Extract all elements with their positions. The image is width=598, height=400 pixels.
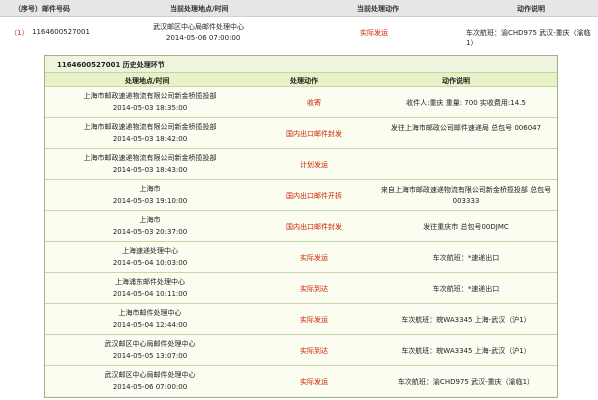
table-row: 上海市邮件处理中心 2014-05-04 12:44:00 实际发运 车次航班：…	[45, 304, 557, 335]
row-location: 上海市邮政速递物流有限公司新金桥揽投部	[83, 123, 217, 131]
row-action: 实际发运	[300, 254, 328, 262]
row-description: 车次航班：*速递出口	[432, 285, 500, 293]
row-action: 实际发运	[300, 378, 328, 386]
row-location: 上海速递处理中心	[122, 247, 178, 255]
row-time: 2014-05-03 18:35:00	[112, 104, 188, 112]
row-location: 上海浦东邮件处理中心	[115, 278, 185, 286]
summary-mail-no[interactable]: 1164600527001	[32, 28, 90, 36]
table-row: 上海速递处理中心 2014-05-04 10:03:00 实际发运 车次航班：*…	[45, 242, 557, 273]
row-time: 2014-05-05 13:07:00	[112, 352, 188, 360]
header-col-desc: 动作说明	[517, 5, 545, 13]
row-action: 实际到达	[300, 285, 328, 293]
history-title: 1164600527001 历史处理环节	[57, 61, 165, 69]
table-row: 上海市邮政速递物流有限公司新金桥揽投部 2014-05-03 18:35:00 …	[45, 87, 557, 118]
summary-location: 武汉邮区中心局邮件处理中心	[153, 23, 244, 31]
row-action: 国内出口邮件封发	[286, 223, 342, 231]
history-panel: 1164600527001 历史处理环节 处理地点/时间 处理动作 动作说明 上…	[44, 55, 558, 398]
row-time: 2014-05-03 20:37:00	[112, 228, 188, 236]
row-description: 发往重庆市 总包号00DJMC	[423, 223, 509, 231]
table-row: 上海浦东邮件处理中心 2014-05-04 10:11:00 实际到达 车次航班…	[45, 273, 557, 304]
table-row: 武汉邮区中心局邮件处理中心 2014-05-05 13:07:00 实际到达 车…	[45, 335, 557, 366]
summary-description: 车次航班：渝CHD975 武汉-重庆（渝临1）	[466, 29, 591, 47]
header-col-act: 当前处理动作	[357, 5, 399, 13]
row-action: 国内出口邮件封发	[286, 130, 342, 138]
row-action: 实际到达	[300, 347, 328, 355]
row-location: 武汉邮区中心局邮件处理中心	[104, 340, 196, 348]
summary-action: 实际发运	[360, 29, 388, 37]
table-row: 上海市 2014-05-03 20:37:00 国内出口邮件封发 发往重庆市 总…	[45, 211, 557, 242]
row-time: 2014-05-03 18:43:00	[112, 166, 188, 174]
table-row: 上海市邮政速递物流有限公司新金桥揽投部 2014-05-03 18:42:00 …	[45, 118, 557, 149]
row-action: 收寄	[307, 99, 321, 107]
summary-row: （1） 1164600527001 武汉邮区中心局邮件处理中心 2014-05-…	[0, 17, 598, 47]
row-time: 2014-05-06 07:00:00	[112, 383, 188, 391]
row-time: 2014-05-03 19:10:00	[112, 197, 188, 205]
header-col-id-label: （序号）邮件号码	[14, 5, 70, 13]
row-description: 车次航班：渝CHD975 武汉-重庆（渝临1）	[397, 378, 535, 386]
history-table-header: 处理地点/时间 处理动作 动作说明	[45, 72, 557, 87]
row-location: 上海市邮政速递物流有限公司新金桥揽投部	[83, 92, 217, 100]
table-row: 武汉邮区中心局邮件处理中心 2014-05-06 07:00:00 实际发运 车…	[45, 366, 557, 396]
row-time: 2014-05-04 10:11:00	[112, 290, 188, 298]
row-time: 2014-05-03 18:42:00	[112, 135, 188, 143]
summary-index: （1）	[10, 29, 29, 37]
row-description: 来自上海市邮政速递物流有限公司新金桥揽投部 总包号003333	[380, 186, 552, 205]
row-description: 发往上海市邮政公司邮件速递局 总包号 006047	[390, 124, 542, 132]
row-location: 上海市邮件处理中心	[118, 309, 182, 317]
results-header: （序号）邮件号码 当前处理地点/时间 当前处理动作 动作说明	[0, 0, 598, 17]
row-description: 车次航班：皖WA3345 上海-武汉（沪1）	[401, 347, 531, 355]
row-location: 武汉邮区中心局邮件处理中心	[104, 371, 196, 379]
row-description: 车次航班：*速递出口	[432, 254, 500, 262]
row-description: 车次航班：皖WA3345 上海-武汉（沪1）	[401, 316, 531, 324]
row-location: 上海市	[139, 185, 161, 193]
row-action: 计划发运	[300, 161, 328, 169]
row-action: 实际发运	[300, 316, 328, 324]
summary-time: 2014-05-06 07:00:00	[166, 34, 241, 42]
row-action: 国内出口邮件开拆	[286, 192, 342, 200]
table-row: 上海市邮政速递物流有限公司新金桥揽投部 2014-05-03 18:43:00 …	[45, 149, 557, 180]
history-col-desc: 动作说明	[442, 77, 470, 85]
row-time: 2014-05-04 12:44:00	[112, 321, 188, 329]
history-col-act: 处理动作	[290, 77, 318, 85]
row-description: 收件人:重庆 重量: 700 实收费用:14.5	[406, 99, 526, 107]
header-col-loc: 当前处理地点/时间	[170, 5, 229, 13]
history-col-loc: 处理地点/时间	[125, 77, 170, 85]
table-row: 上海市 2014-05-03 19:10:00 国内出口邮件开拆 来自上海市邮政…	[45, 180, 557, 211]
header-col-id: （序号）邮件号码	[14, 4, 70, 14]
row-time: 2014-05-04 10:03:00	[112, 259, 188, 267]
row-location: 上海市邮政速递物流有限公司新金桥揽投部	[83, 154, 217, 162]
row-location: 上海市	[139, 216, 161, 224]
